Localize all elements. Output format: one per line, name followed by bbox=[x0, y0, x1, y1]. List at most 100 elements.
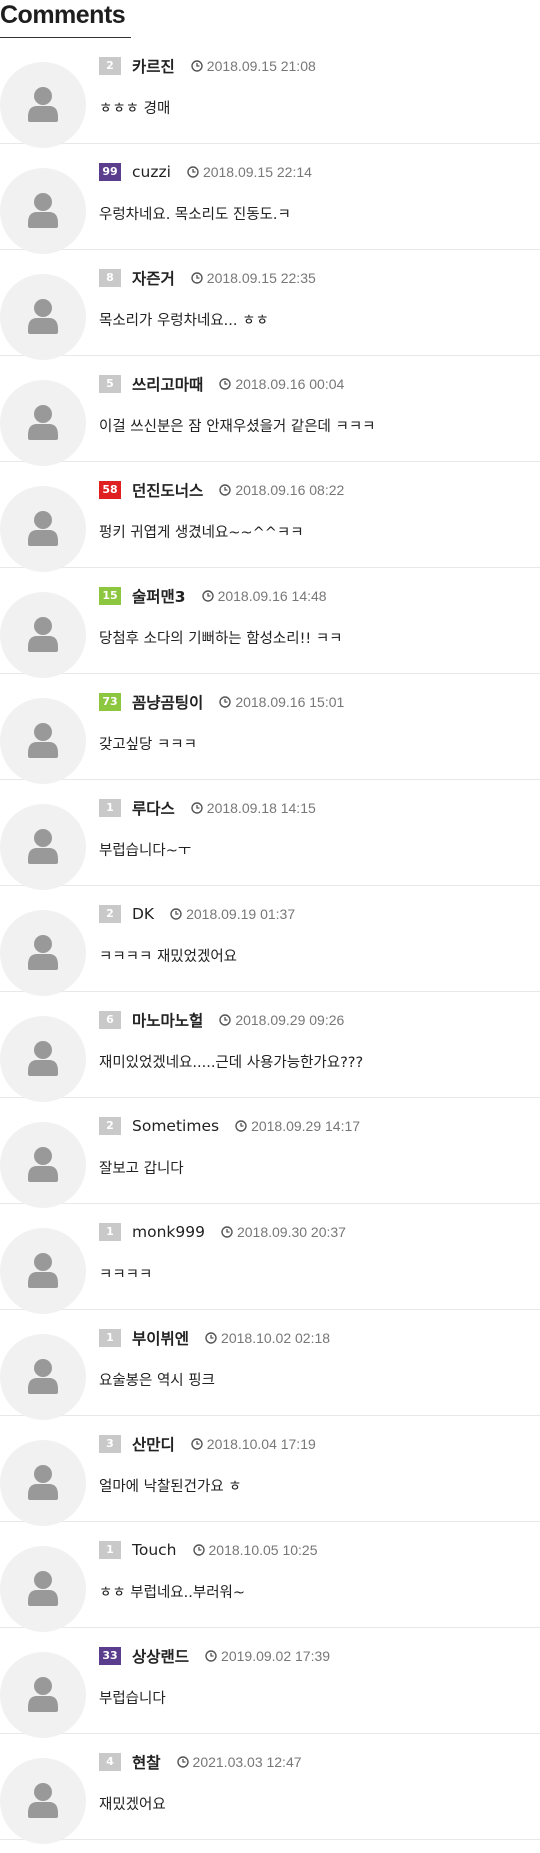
avatar[interactable] bbox=[0, 1652, 86, 1738]
user-placeholder-icon bbox=[28, 935, 58, 970]
comment-text: 목소리가 우렁차네요... ㅎㅎ bbox=[99, 313, 269, 329]
comment-time: 2018.09.16 00:04 bbox=[235, 376, 345, 392]
comment-text: 펑키 귀엽게 생겼네요~~^^ㅋㅋ bbox=[99, 525, 304, 541]
nickname[interactable]: 부이뷔엔 bbox=[132, 1327, 189, 1349]
user-placeholder-icon bbox=[28, 1147, 58, 1182]
user-placeholder-icon bbox=[28, 193, 58, 228]
nickname[interactable]: Sometimes bbox=[132, 1117, 219, 1135]
comment-time: 2018.10.05 10:25 bbox=[208, 1542, 318, 1558]
level-badge: 1 bbox=[99, 799, 121, 817]
clock-icon bbox=[201, 590, 214, 602]
nickname[interactable]: 자즌거 bbox=[132, 267, 175, 289]
comment-text: 재밌겠어요 bbox=[99, 1797, 166, 1813]
level-badge: 15 bbox=[99, 587, 121, 605]
level-badge: 2 bbox=[99, 1117, 121, 1135]
comment-text: 부럽습니다~ㅜ bbox=[99, 843, 192, 859]
comment-time: 2018.09.15 22:14 bbox=[202, 164, 312, 180]
comment-text: 우렁차네요. 목소리도 진동도.ㅋ bbox=[99, 207, 291, 223]
nickname[interactable]: 루다스 bbox=[132, 797, 175, 819]
nickname[interactable]: 쓰리고마때 bbox=[132, 373, 203, 395]
nickname[interactable]: 마노마노헐 bbox=[132, 1009, 203, 1031]
clock-icon bbox=[187, 166, 199, 178]
clock-icon bbox=[219, 1014, 232, 1026]
user-placeholder-icon bbox=[28, 1677, 58, 1712]
avatar[interactable] bbox=[0, 1546, 86, 1632]
nickname[interactable]: monk999 bbox=[132, 1223, 205, 1241]
comments-header: Comments bbox=[0, 0, 540, 38]
comment-time: 2018.09.18 14:15 bbox=[206, 800, 316, 816]
comment-meta: 3 산만디 2018.10.04 17:19 bbox=[99, 1433, 316, 1455]
avatar[interactable] bbox=[0, 910, 86, 996]
comment-time: 2018.09.15 22:35 bbox=[206, 270, 316, 286]
nickname[interactable]: 던진도너스 bbox=[132, 479, 203, 501]
level-badge: 6 bbox=[99, 1011, 121, 1029]
comment-meta: 2 카르진 2018.09.15 21:08 bbox=[99, 55, 316, 77]
comment-time: 2018.09.16 08:22 bbox=[235, 482, 345, 498]
user-placeholder-icon bbox=[28, 829, 58, 864]
avatar[interactable] bbox=[0, 1122, 86, 1208]
comment-item: 15 술퍼맨3 2018.09.16 14:48 당첨후 소다의 기뻐하는 함성… bbox=[0, 568, 540, 678]
comments-title: Comments bbox=[0, 1, 126, 29]
avatar[interactable] bbox=[0, 804, 86, 890]
avatar[interactable] bbox=[0, 1440, 86, 1526]
nickname[interactable]: 카르진 bbox=[132, 55, 175, 77]
comment-item: 2 카르진 2018.09.15 21:08 ㅎㅎㅎ 경매 bbox=[0, 38, 540, 148]
nickname[interactable]: cuzzi bbox=[132, 163, 171, 181]
comment-meta: 1 monk999 2018.09.30 20:37 bbox=[99, 1221, 346, 1243]
comment-meta: 6 마노마노헐 2018.09.29 09:26 bbox=[99, 1009, 344, 1031]
user-placeholder-icon bbox=[28, 1041, 58, 1076]
level-badge: 2 bbox=[99, 905, 121, 923]
comment-item: 73 꼼냥곰팅이 2018.09.16 15:01 갖고싶당 ㅋㅋㅋ bbox=[0, 674, 540, 784]
avatar[interactable] bbox=[0, 1334, 86, 1420]
clock-icon bbox=[221, 1226, 233, 1238]
avatar[interactable] bbox=[0, 274, 86, 360]
nickname[interactable]: 현찰 bbox=[132, 1751, 161, 1773]
user-placeholder-icon bbox=[28, 1465, 58, 1500]
comment-item: 33 상상랜드 2019.09.02 17:39 부럽습니다 bbox=[0, 1628, 540, 1738]
level-badge: 4 bbox=[99, 1753, 121, 1771]
clock-icon bbox=[191, 802, 203, 814]
comment-item: 1 Touch 2018.10.05 10:25 ㅎㅎ 부럽네요..부러워~ bbox=[0, 1522, 540, 1632]
comment-item: 3 산만디 2018.10.04 17:19 얼마에 낙찰된건가요 ㅎ bbox=[0, 1416, 540, 1526]
level-badge: 33 bbox=[99, 1647, 121, 1665]
user-placeholder-icon bbox=[28, 405, 58, 440]
nickname[interactable]: Touch bbox=[132, 1541, 177, 1559]
nickname[interactable]: 산만디 bbox=[132, 1433, 175, 1455]
comment-list: 2 카르진 2018.09.15 21:08 ㅎㅎㅎ 경매 99 cuzzi 2… bbox=[0, 38, 540, 1844]
level-badge: 99 bbox=[99, 163, 121, 181]
avatar[interactable] bbox=[0, 1758, 86, 1844]
comment-meta: 73 꼼냥곰팅이 2018.09.16 15:01 bbox=[99, 691, 344, 713]
comment-time: 2018.09.29 14:17 bbox=[251, 1118, 361, 1134]
nickname[interactable]: 꼼냥곰팅이 bbox=[132, 691, 203, 713]
nickname[interactable]: 상상랜드 bbox=[132, 1645, 189, 1667]
nickname[interactable]: DK bbox=[132, 905, 154, 923]
clock-icon bbox=[191, 1438, 203, 1450]
comment-time: 2021.03.03 12:47 bbox=[192, 1754, 302, 1770]
comment-meta: 2 DK 2018.09.19 01:37 bbox=[99, 903, 295, 925]
avatar[interactable] bbox=[0, 380, 86, 466]
clock-icon bbox=[235, 1120, 247, 1132]
avatar[interactable] bbox=[0, 1228, 86, 1314]
comment-text: 요술봉은 역시 핑크 bbox=[99, 1373, 215, 1389]
comment-item: 99 cuzzi 2018.09.15 22:14 우렁차네요. 목소리도 진동… bbox=[0, 144, 540, 254]
avatar[interactable] bbox=[0, 698, 86, 784]
comment-meta: 1 부이뷔엔 2018.10.02 02:18 bbox=[99, 1327, 330, 1349]
nickname[interactable]: 술퍼맨3 bbox=[132, 585, 186, 607]
comment-item: 2 DK 2018.09.19 01:37 ㅋㅋㅋㅋ 재밌었겠어요 bbox=[0, 886, 540, 996]
comment-meta: 99 cuzzi 2018.09.15 22:14 bbox=[99, 161, 312, 183]
avatar[interactable] bbox=[0, 62, 86, 148]
avatar[interactable] bbox=[0, 486, 86, 572]
comment-meta: 8 자즌거 2018.09.15 22:35 bbox=[99, 267, 316, 289]
avatar[interactable] bbox=[0, 592, 86, 678]
clock-icon bbox=[219, 696, 232, 708]
comment-text: 당첨후 소다의 기뻐하는 함성소리!! ㅋㅋ bbox=[99, 631, 343, 647]
level-badge: 8 bbox=[99, 269, 121, 287]
avatar[interactable] bbox=[0, 168, 86, 254]
comment-text: 재미있었겠네요.....근데 사용가능한가요??? bbox=[99, 1055, 364, 1071]
comment-item: 58 던진도너스 2018.09.16 08:22 펑키 귀엽게 생겼네요~~^… bbox=[0, 462, 540, 572]
level-badge: 1 bbox=[99, 1541, 121, 1559]
comment-meta: 15 술퍼맨3 2018.09.16 14:48 bbox=[99, 585, 327, 607]
comment-item: 2 Sometimes 2018.09.29 14:17 잘보고 갑니다 bbox=[0, 1098, 540, 1208]
comment-time: 2019.09.02 17:39 bbox=[221, 1648, 331, 1664]
avatar[interactable] bbox=[0, 1016, 86, 1102]
